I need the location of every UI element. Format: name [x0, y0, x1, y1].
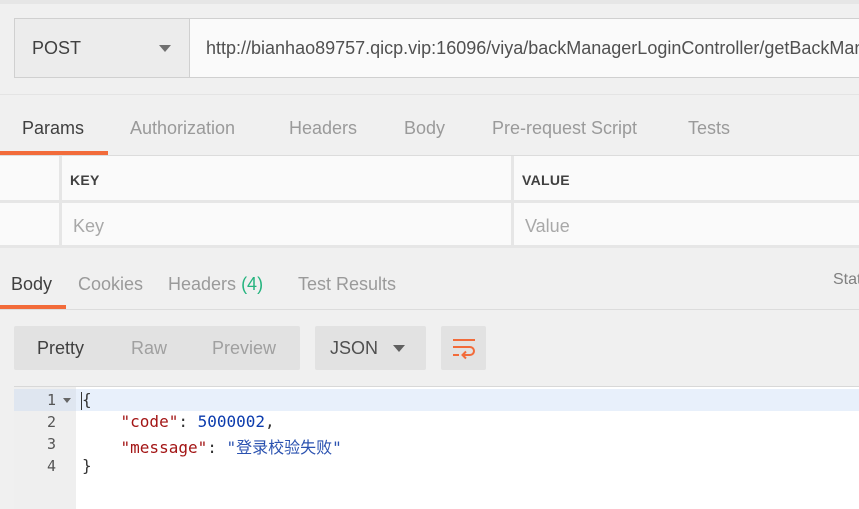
pretty-button[interactable]: Pretty [37, 338, 84, 359]
preview-button[interactable]: Preview [212, 338, 276, 359]
json-key-message: "message" [120, 438, 208, 457]
line-number: 2 [46, 413, 56, 431]
value-placeholder: Value [525, 216, 570, 236]
code-line-4: } [82, 456, 92, 475]
tab-test-results[interactable]: Test Results [298, 274, 396, 295]
json-value-message: "登录校验失败" [226, 438, 342, 457]
response-body-editor[interactable]: 1 2 3 4 { "code": 5000002, "message": "登… [14, 386, 859, 509]
active-line-highlight [14, 389, 859, 411]
status-label: Status [833, 271, 859, 288]
open-brace: { [82, 390, 92, 409]
line-number: 1 [46, 391, 56, 409]
wrap-lines-button[interactable] [441, 326, 486, 370]
chevron-down-icon [159, 45, 171, 52]
row-checkbox-cell [0, 203, 62, 248]
response-tabs: Body Cookies Headers (4) Test Results [0, 262, 859, 308]
tab-authorization[interactable]: Authorization [130, 118, 235, 139]
key-placeholder: Key [73, 216, 105, 236]
raw-button[interactable]: Raw [131, 338, 167, 359]
code-line-2: "code": 5000002, [120, 412, 275, 431]
tab-response-headers[interactable]: Headers (4) [168, 274, 263, 295]
line-number: 3 [46, 435, 56, 453]
divider [0, 309, 859, 310]
wrap-lines-icon [452, 339, 475, 360]
params-table: KEY VALUE Key Value [0, 156, 859, 248]
value-header-label: VALUE [522, 172, 570, 188]
tab-params[interactable]: Params [22, 118, 84, 139]
value-column-header: VALUE [514, 156, 859, 203]
close-brace: } [82, 456, 92, 475]
line-number: 4 [46, 457, 56, 475]
tab-headers[interactable]: Headers [289, 118, 357, 139]
key-input[interactable]: Key [62, 203, 514, 248]
code-line-1: { [82, 390, 92, 409]
tab-cookies[interactable]: Cookies [78, 274, 143, 295]
json-key-code: "code" [120, 412, 179, 431]
tab-body[interactable]: Body [404, 118, 445, 139]
request-tabs: Params Authorization Headers Body Pre-re… [0, 104, 859, 156]
tab-response-body[interactable]: Body [11, 274, 52, 295]
url-input[interactable]: http://bianhao89757.qicp.vip:16096/viya/… [190, 19, 859, 77]
value-input[interactable]: Value [514, 203, 859, 248]
request-bar: POST http://bianhao89757.qicp.vip:16096/… [14, 18, 859, 78]
code-line-3: "message": "登录校验失败" [120, 438, 342, 457]
divider [0, 94, 859, 95]
top-border [0, 0, 859, 4]
format-label: JSON [330, 338, 379, 358]
tab-pre-request-script[interactable]: Pre-request Script [492, 118, 637, 139]
tab-tests[interactable]: Tests [688, 118, 730, 139]
key-column-header: KEY [62, 156, 514, 203]
headers-count-badge: (4) [241, 274, 264, 294]
method-label: POST [32, 37, 82, 58]
checkbox-column-header [0, 156, 62, 203]
chevron-down-icon [393, 345, 405, 352]
key-header-label: KEY [70, 172, 100, 188]
method-dropdown[interactable]: POST [15, 19, 190, 77]
fold-arrow-icon[interactable] [63, 398, 71, 403]
view-mode-selector: Pretty Raw Preview [14, 326, 300, 370]
json-value-code: 5000002 [197, 412, 266, 431]
format-dropdown[interactable]: JSON [315, 326, 426, 370]
tab-headers-label: Headers [168, 274, 237, 294]
